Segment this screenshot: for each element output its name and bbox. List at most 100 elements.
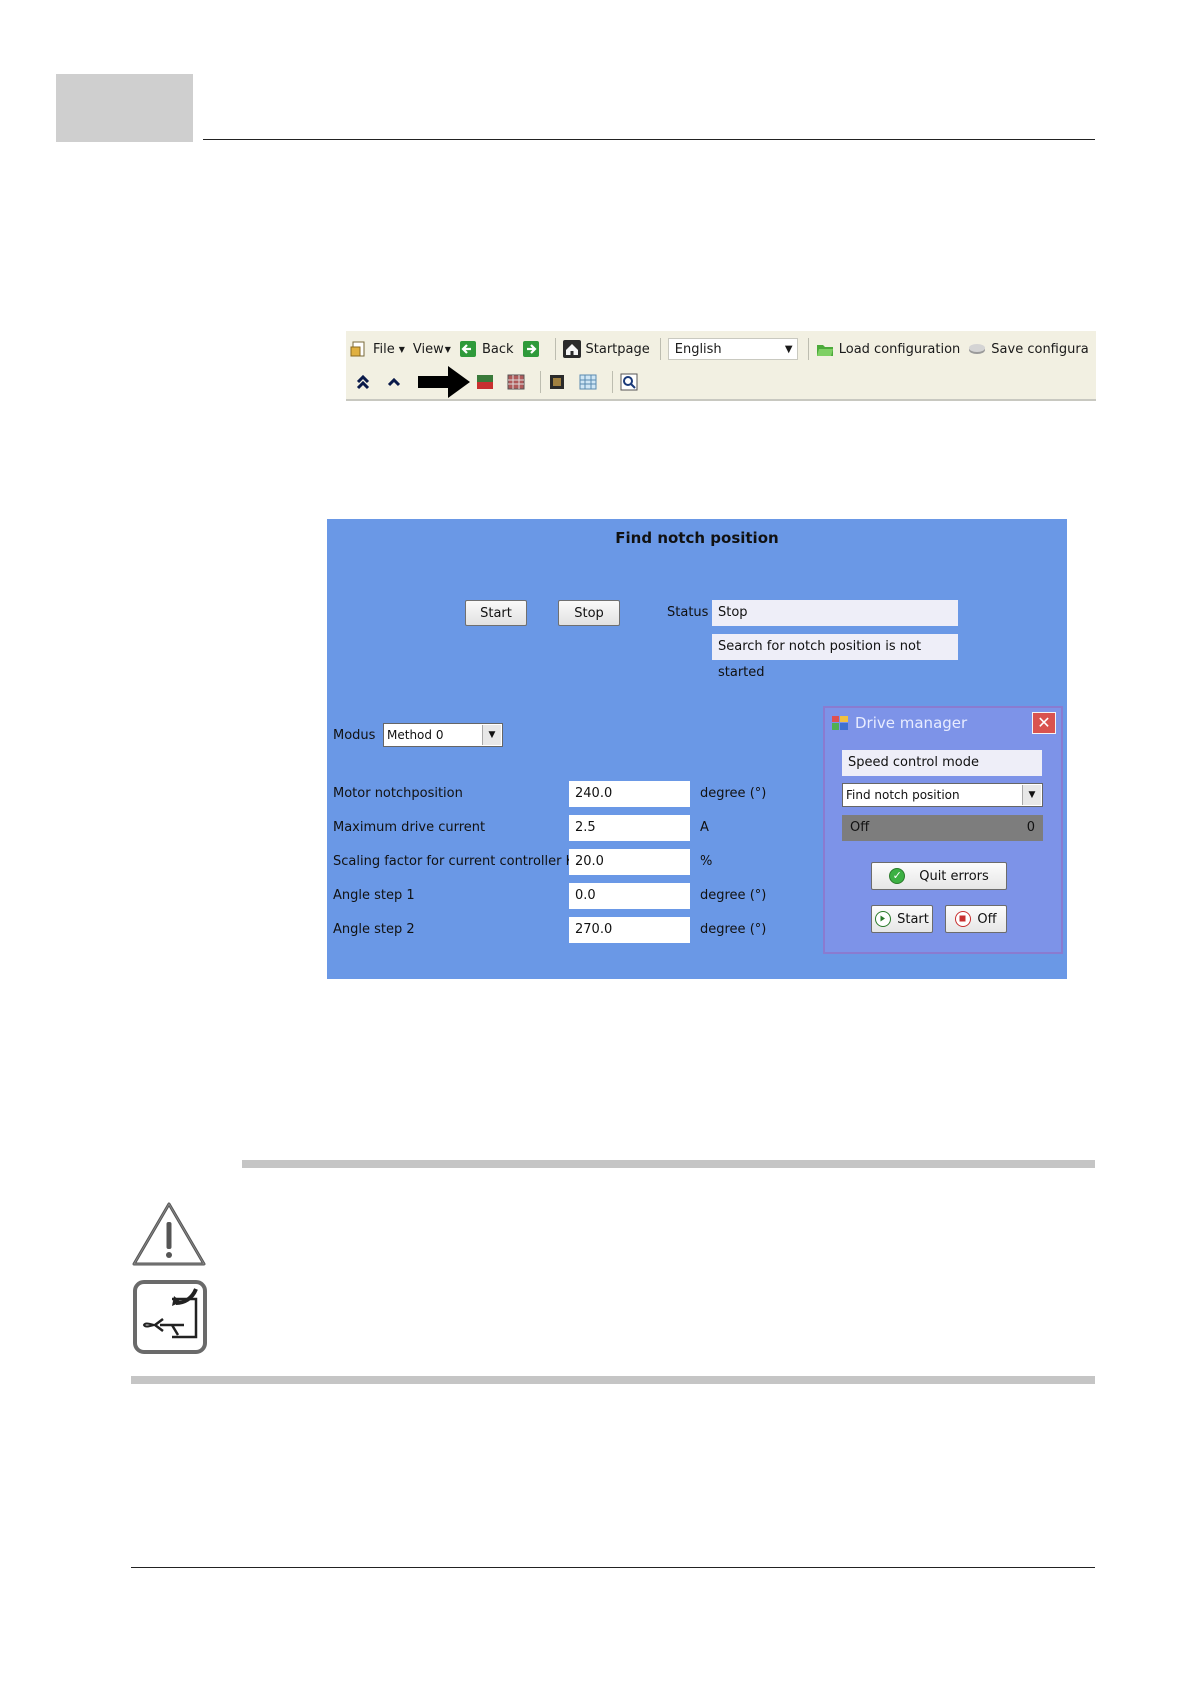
check-icon: ✓ (889, 868, 906, 884)
toolbar-separator (612, 371, 613, 393)
chevron-down-icon: ▼ (398, 344, 405, 354)
drive-off-label: Off (977, 911, 997, 927)
param-label-max-drive-current: Maximum drive current (333, 820, 486, 835)
modus-label: Modus (333, 728, 376, 743)
toolbar-row-main: File ▼ View ▼ Back Startpage English ▼ L… (346, 334, 1096, 364)
stop-button[interactable]: Stop (558, 600, 620, 626)
toolbar-row-secondary (346, 365, 651, 399)
param-label-angle-step-1: Angle step 1 (333, 888, 415, 903)
param-unit: A (700, 820, 709, 835)
drive-state-display: Off 0 (842, 815, 1043, 841)
app-icon (832, 716, 848, 730)
drive-function-select[interactable]: Find notch position ▼ (842, 783, 1043, 807)
panel-grid-icon (507, 374, 525, 390)
status-message: Search for notch position is not started (712, 634, 958, 680)
file-label: File (373, 341, 395, 357)
start-button[interactable]: Start (465, 600, 527, 626)
quit-errors-label: Quit errors (919, 868, 989, 884)
startpage-label: Startpage (585, 341, 650, 357)
modus-value: Method 0 (387, 728, 444, 742)
drive-state-text: Off (850, 820, 870, 835)
language-value: English (674, 341, 722, 357)
forward-button[interactable] (522, 340, 545, 358)
find-notch-position-panel: Find notch position Start Stop Status St… (327, 519, 1067, 979)
chevron-down-icon: ▼ (482, 725, 501, 745)
chevron-up-icon (387, 377, 401, 387)
app-toolbar: File ▼ View ▼ Back Startpage English ▼ L… (346, 331, 1096, 401)
drive-settings-button[interactable] (507, 373, 530, 391)
exit-arrow-icon (133, 1280, 207, 1354)
param-unit: degree (°) (700, 922, 767, 937)
startpage-button[interactable]: Startpage (562, 340, 650, 358)
drive-start-button[interactable]: Start (871, 905, 933, 933)
stop-icon (955, 911, 972, 927)
param-unit: degree (°) (700, 888, 767, 903)
red-green-panel-icon (477, 375, 493, 389)
save-disk-icon (969, 344, 986, 354)
double-up-button[interactable] (354, 373, 377, 391)
status-label: Status (667, 605, 709, 620)
back-label: Back (481, 341, 514, 357)
view-menu[interactable]: View ▼ (413, 342, 451, 357)
forward-arrow-icon (522, 341, 539, 357)
warning-triangle-icon (132, 1202, 206, 1266)
control-mode-display: Speed control mode (842, 750, 1042, 776)
param-unit: degree (°) (700, 786, 767, 801)
close-icon: ✕ (1037, 713, 1051, 732)
language-select[interactable]: English ▼ (667, 338, 798, 360)
up-button[interactable] (385, 373, 408, 391)
home-icon (562, 340, 581, 358)
toolbar-separator (659, 338, 661, 360)
section-divider (131, 1376, 1095, 1384)
section-divider (242, 1160, 1095, 1168)
chevron-down-icon: ▼ (784, 343, 793, 355)
drive-manager-window: Drive manager ✕ Speed control mode Find … (823, 706, 1063, 954)
drive-function-button[interactable] (476, 373, 499, 391)
header-gray-block (56, 74, 193, 142)
table-icon (579, 374, 597, 390)
drive-off-button[interactable]: Off (945, 905, 1007, 933)
close-button[interactable]: ✕ (1032, 712, 1056, 734)
chip-icon (550, 375, 564, 389)
load-configuration-button[interactable]: Load configuration (816, 340, 961, 358)
pointer-arrow (416, 365, 472, 399)
toolbar-separator (807, 338, 809, 360)
param-input-scaling-factor[interactable]: 20.0 (569, 849, 690, 875)
param-label-scaling-factor: Scaling factor for current controller Kp (333, 854, 583, 869)
toolbar-separator (554, 338, 556, 360)
back-button[interactable]: Back (459, 340, 514, 358)
monitor-button[interactable] (548, 373, 571, 391)
param-input-max-drive-current[interactable]: 2.5 (569, 815, 690, 841)
play-icon (875, 911, 892, 927)
drive-function-value: Find notch position (846, 788, 960, 802)
param-input-angle-step-1[interactable]: 0.0 (569, 883, 690, 909)
table-button[interactable] (579, 373, 602, 391)
drive-state-value: 0 (1026, 820, 1035, 835)
param-unit: % (700, 854, 713, 869)
panel-title: Find notch position (615, 529, 779, 547)
param-label-angle-step-2: Angle step 2 (333, 922, 415, 937)
double-chevron-up-icon (356, 374, 370, 390)
param-label-motor-notchposition: Motor notchposition (333, 786, 463, 801)
save-configuration-button[interactable]: Save configura (968, 340, 1089, 358)
status-value: Stop (712, 600, 958, 626)
drive-manager-titlebar[interactable]: Drive manager ✕ (825, 708, 1061, 738)
save-configuration-label: Save configura (991, 341, 1089, 357)
back-arrow-icon (459, 341, 476, 357)
drive-start-label: Start (897, 911, 929, 927)
param-input-motor-notchposition[interactable]: 240.0 (569, 781, 690, 807)
toolbar-separator (540, 371, 541, 393)
footer-rule (131, 1567, 1095, 1568)
param-input-angle-step-2[interactable]: 270.0 (569, 917, 690, 943)
arrow-right-icon (418, 366, 470, 398)
modus-select[interactable]: Method 0 ▼ (383, 723, 503, 747)
drive-manager-title: Drive manager (855, 714, 968, 732)
search-button[interactable] (620, 373, 643, 391)
quit-errors-button[interactable]: ✓ Quit errors (871, 862, 1007, 890)
file-menu[interactable]: File ▼ (350, 340, 405, 358)
chevron-down-icon: ▼ (444, 344, 451, 354)
load-configuration-label: Load configuration (838, 341, 961, 357)
view-label: View (412, 341, 444, 357)
file-icon (350, 341, 365, 357)
magnifier-icon (620, 373, 638, 391)
